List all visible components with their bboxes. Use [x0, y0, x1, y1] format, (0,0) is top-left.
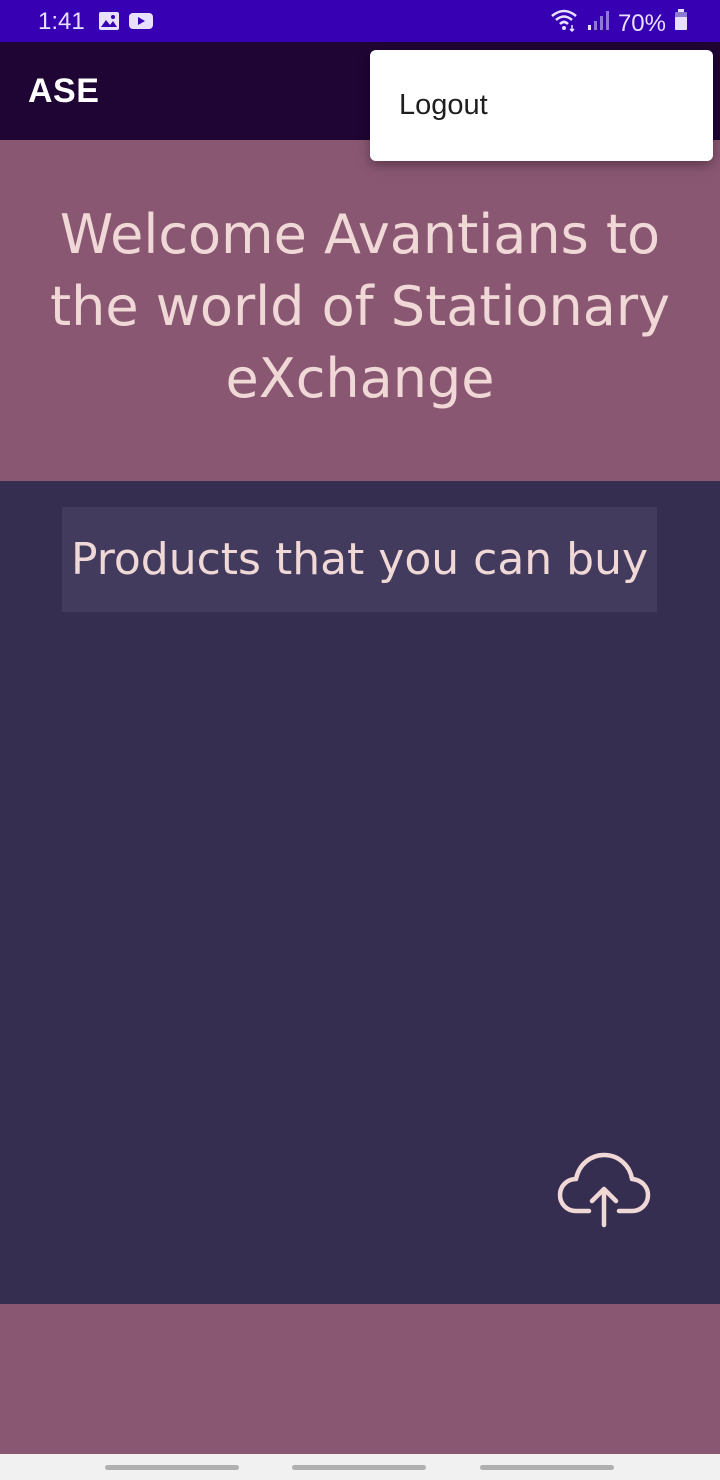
system-nav-bar [0, 1454, 720, 1480]
nav-recents-button[interactable] [105, 1465, 239, 1470]
youtube-icon [128, 10, 154, 39]
wifi-icon [550, 8, 578, 39]
footer-panel [0, 1304, 720, 1454]
welcome-panel: Welcome Avantians to the world of Statio… [0, 140, 720, 481]
overflow-menu: Logout [370, 50, 713, 161]
app-title: ASE [28, 72, 100, 110]
status-bar: 1:41 70% [0, 0, 720, 42]
products-heading: Products that you can buy [62, 507, 657, 612]
status-system-icons: 70% [550, 8, 688, 39]
battery-icon [674, 9, 688, 38]
signal-icon [586, 9, 610, 38]
battery-percent: 70% [617, 9, 666, 37]
status-notification-icons [98, 10, 154, 39]
nav-back-button[interactable] [480, 1465, 614, 1470]
products-panel: Products that you can buy [0, 481, 720, 1304]
welcome-text: Welcome Avantians to the world of Statio… [49, 202, 671, 410]
menu-item-logout[interactable]: Logout [370, 50, 713, 161]
image-icon [98, 10, 120, 39]
status-time: 1:41 [38, 8, 85, 35]
cloud-upload-icon [554, 1152, 654, 1239]
nav-home-button[interactable] [292, 1465, 426, 1470]
upload-button[interactable] [554, 1149, 654, 1235]
